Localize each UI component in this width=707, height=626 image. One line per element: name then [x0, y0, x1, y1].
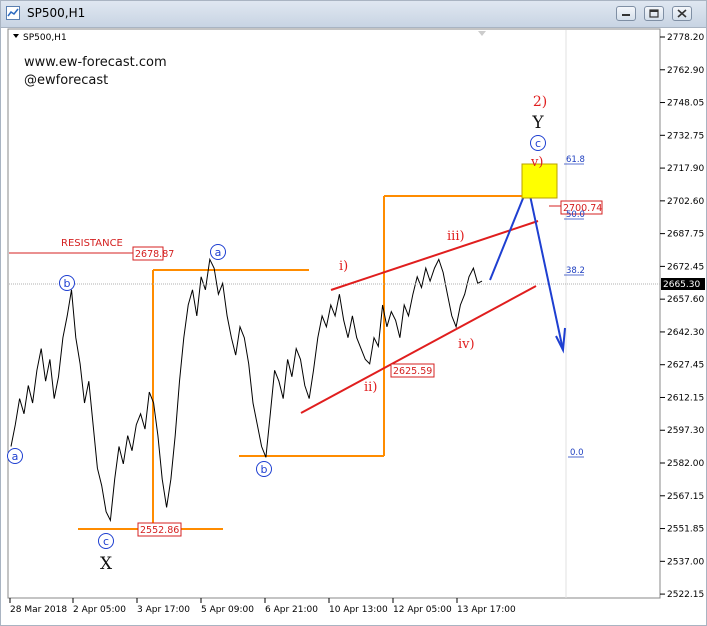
y-tick-label: 2612.15	[667, 393, 704, 403]
y-tick-label: 2657.60	[667, 295, 704, 305]
chart-window-icon	[6, 6, 20, 20]
x-tick-label: 6 Apr 21:00	[265, 605, 318, 615]
close-button[interactable]	[672, 6, 692, 21]
y-axis: 2778.20 2762.90 2748.05 2732.75 2717.90 2702.…	[660, 33, 704, 600]
y-tick-label: 2717.90	[667, 164, 704, 174]
wave-iii-label: iii)	[447, 229, 465, 244]
wave-b-left-label: b	[64, 277, 71, 290]
y-tick-label: 2672.45	[667, 262, 704, 272]
current-price-label: 2665.30	[663, 280, 700, 290]
wave-b-mid-marker: b	[256, 461, 272, 477]
y-tick-label: 2551.85	[667, 525, 704, 535]
wave-X-label: X	[100, 554, 113, 574]
chart-symbol-label: SP500,H1	[23, 33, 67, 43]
wave-a-top-marker: a	[210, 244, 226, 260]
wave-c-bottom-marker: c	[98, 533, 114, 549]
y-tick-label: 2567.15	[667, 492, 704, 502]
title-bar[interactable]: SP500,H1	[1, 1, 706, 28]
y-tick-label: 2627.45	[667, 361, 704, 371]
y-tick-label: 2778.20	[667, 33, 704, 43]
wave-2-label: 2)	[533, 94, 547, 110]
x-tick-label: 2 Apr 05:00	[73, 605, 126, 615]
y-tick-label: 2642.30	[667, 328, 704, 338]
wave-v-label: v)	[530, 155, 543, 170]
resistance-label: RESISTANCE	[61, 238, 123, 249]
wave-c-top-label: c	[535, 137, 541, 150]
wave-Y-label: Y	[531, 113, 544, 133]
y-tick-label: 2748.05	[667, 99, 704, 109]
fib-label-00: 0.0	[570, 448, 584, 458]
y-tick-label: 2762.90	[667, 66, 704, 76]
x-tick-label: 13 Apr 17:00	[457, 605, 516, 615]
wave-b-left-marker: b	[59, 275, 75, 291]
y-tick-label: 2582.00	[667, 459, 704, 469]
wave-ii-label: ii)	[364, 380, 377, 395]
window-title: SP500,H1	[27, 6, 86, 20]
watermark-handle: @ewforecast	[24, 73, 108, 88]
wave-a-left-label: a	[12, 450, 19, 463]
wave-a-top-label: a	[215, 246, 222, 259]
x-tick-label: 10 Apr 13:00	[329, 605, 388, 615]
close-icon	[677, 9, 687, 18]
x-tick-label: 12 Apr 05:00	[393, 605, 452, 615]
restore-icon	[649, 9, 659, 18]
wave-c-top-marker: c	[530, 135, 546, 151]
price-label-ii: 2625.59	[393, 366, 432, 377]
wave-a-left-marker: a	[7, 448, 23, 464]
x-tick-label: 5 Apr 09:00	[201, 605, 254, 615]
x-tick-label: 28 Mar 2018	[10, 605, 67, 615]
restore-button[interactable]	[644, 6, 664, 21]
price-chart[interactable]: SP500,H1 www.ew-forecast.com @ewforecast…	[1, 28, 706, 625]
fib-label-618: 61.8	[566, 155, 585, 165]
price-label-resistance: 2678.87	[135, 249, 174, 260]
y-tick-label: 2702.60	[667, 197, 704, 207]
y-tick-label: 2597.30	[667, 426, 704, 436]
fib-label-382: 38.2	[566, 266, 585, 276]
price-label-low: 2552.86	[140, 525, 179, 536]
y-tick-label: 2537.00	[667, 557, 704, 567]
wave-b-mid-label: b	[261, 463, 268, 476]
minimize-button[interactable]	[616, 6, 636, 21]
minimize-icon	[622, 14, 630, 16]
wave-i-label: i)	[339, 259, 348, 274]
y-tick-label: 2732.75	[667, 131, 704, 141]
x-axis: 28 Mar 2018 2 Apr 05:00 3 Apr 17:00 5 Apr 0…	[9, 598, 516, 615]
watermark-site: www.ew-forecast.com	[24, 55, 167, 70]
x-tick-label: 3 Apr 17:00	[137, 605, 190, 615]
y-tick-label: 2687.75	[667, 230, 704, 240]
wave-iv-label: iv)	[458, 337, 475, 352]
wave-c-bottom-label: c	[103, 535, 109, 548]
chart-window: SP500,H1 SP500,H1 www.ew-forecast.com @e…	[0, 0, 707, 626]
fib-label-500: 50.0	[566, 210, 585, 220]
y-tick-label: 2522.15	[667, 590, 704, 600]
